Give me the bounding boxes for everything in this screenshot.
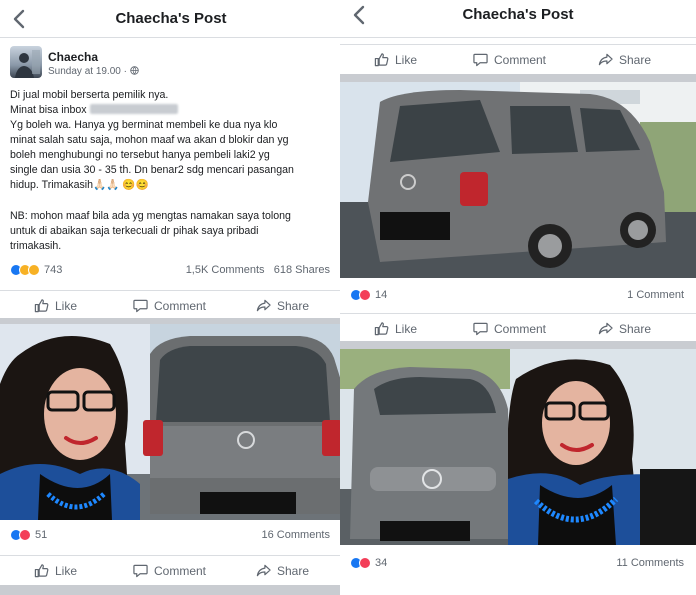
- comment-bubble-icon: [133, 298, 148, 313]
- nav-bar: Chaecha's Post: [0, 0, 342, 38]
- comments-count[interactable]: 16 Comments: [262, 529, 330, 541]
- like-button[interactable]: Like: [374, 321, 417, 336]
- photo-stats: 34 11 Comments: [340, 555, 696, 573]
- share-button[interactable]: Share: [256, 298, 309, 313]
- comments-shares[interactable]: 1,5K Comments 618 Shares: [186, 264, 330, 276]
- post-line: hidup. Trimakasih🙏🏻🙏🏻 😊😊: [10, 179, 149, 191]
- photo-stats: 14 1 Comment: [340, 287, 696, 305]
- reaction-count: 51: [35, 529, 48, 541]
- post-separator: [340, 582, 696, 595]
- thumbs-up-icon: [374, 321, 389, 336]
- page-title: Chaecha's Post: [115, 10, 227, 27]
- thumbs-up-icon: [34, 563, 49, 578]
- right-screenshot: Like Comment Share Chaecha's Post 14 1 C…: [340, 0, 696, 595]
- reactions-summary[interactable]: 34: [350, 557, 387, 569]
- post-line: NB: mohon maaf bila ada yg mengtas namak…: [10, 210, 291, 222]
- post-separator: [340, 341, 696, 349]
- post-line: boleh menghubungi no tersebut hanya pemb…: [10, 149, 270, 161]
- post-photo[interactable]: [340, 349, 696, 545]
- wow-reaction-icon: [28, 264, 40, 276]
- redacted-contact: [89, 104, 178, 114]
- comment-button[interactable]: Comment: [133, 298, 206, 313]
- reactions-summary[interactable]: 51: [10, 529, 47, 541]
- author-name[interactable]: Chaecha: [48, 50, 98, 64]
- share-arrow-icon: [256, 563, 271, 578]
- like-button[interactable]: Like: [34, 298, 77, 313]
- comment-button[interactable]: Comment: [473, 321, 546, 336]
- left-screenshot: Chaecha's Post Chaecha Sunday at 19.00 ·…: [0, 0, 342, 595]
- post-line: single dan usia 30 - 35 th. Dn benar2 sd…: [10, 164, 294, 176]
- share-button[interactable]: Share: [598, 321, 651, 336]
- reaction-count: 14: [375, 289, 388, 301]
- photo-actions: Like Comment Share: [340, 44, 696, 72]
- post-text: Di jual mobil berserta pemilik nya. Mina…: [10, 88, 336, 254]
- page-title: Chaecha's Post: [462, 6, 574, 23]
- share-button[interactable]: Share: [598, 52, 651, 67]
- reaction-count: 34: [375, 557, 388, 569]
- post-timestamp: Sunday at 19.00 ·: [48, 66, 139, 77]
- post-line: Minat bisa inbox: [10, 103, 336, 118]
- share-arrow-icon: [256, 298, 271, 313]
- photo-stats: 51 16 Comments: [0, 527, 342, 545]
- photo-actions: Like Comment Share: [0, 555, 342, 583]
- comment-bubble-icon: [473, 52, 488, 67]
- post-photo[interactable]: [0, 324, 342, 520]
- like-button[interactable]: Like: [34, 563, 77, 578]
- avatar[interactable]: [10, 46, 42, 78]
- comment-bubble-icon: [473, 321, 488, 336]
- comment-button[interactable]: Comment: [133, 563, 206, 578]
- share-button[interactable]: Share: [256, 563, 309, 578]
- post-line: Yg boleh wa. Hanya yg berminat membeli k…: [10, 119, 278, 131]
- reactions-summary[interactable]: 743: [10, 264, 62, 276]
- post-separator: [0, 585, 342, 595]
- post-photo[interactable]: [340, 82, 696, 278]
- share-arrow-icon: [598, 321, 613, 336]
- photo-actions: Like Comment Share: [340, 313, 696, 341]
- post-line: Di jual mobil berserta pemilik nya.: [10, 89, 169, 101]
- globe-icon: [130, 66, 139, 75]
- like-button[interactable]: Like: [374, 52, 417, 67]
- reactions-summary[interactable]: 14: [350, 289, 387, 301]
- comments-count[interactable]: 1 Comment: [627, 289, 684, 301]
- post-separator: [340, 74, 696, 82]
- love-reaction-icon: [359, 289, 371, 301]
- post-line: minat salah satu saja, mohon maaf wa aka…: [10, 134, 289, 146]
- nav-bar: Chaecha's Post: [340, 0, 696, 38]
- thumbs-up-icon: [34, 298, 49, 313]
- post-line: untuk di abaikan saja terkecuali dr piha…: [10, 225, 259, 237]
- reaction-count: 743: [44, 264, 63, 276]
- love-reaction-icon: [359, 557, 371, 569]
- post-actions: Like Comment Share: [0, 290, 342, 318]
- post-stats: 743 1,5K Comments 618 Shares: [0, 262, 342, 280]
- love-reaction-icon: [19, 529, 31, 541]
- comment-button[interactable]: Comment: [473, 52, 546, 67]
- share-arrow-icon: [598, 52, 613, 67]
- comment-bubble-icon: [133, 563, 148, 578]
- thumbs-up-icon: [374, 52, 389, 67]
- comments-count[interactable]: 11 Comments: [616, 557, 684, 569]
- post-line: trimakasih.: [10, 240, 62, 252]
